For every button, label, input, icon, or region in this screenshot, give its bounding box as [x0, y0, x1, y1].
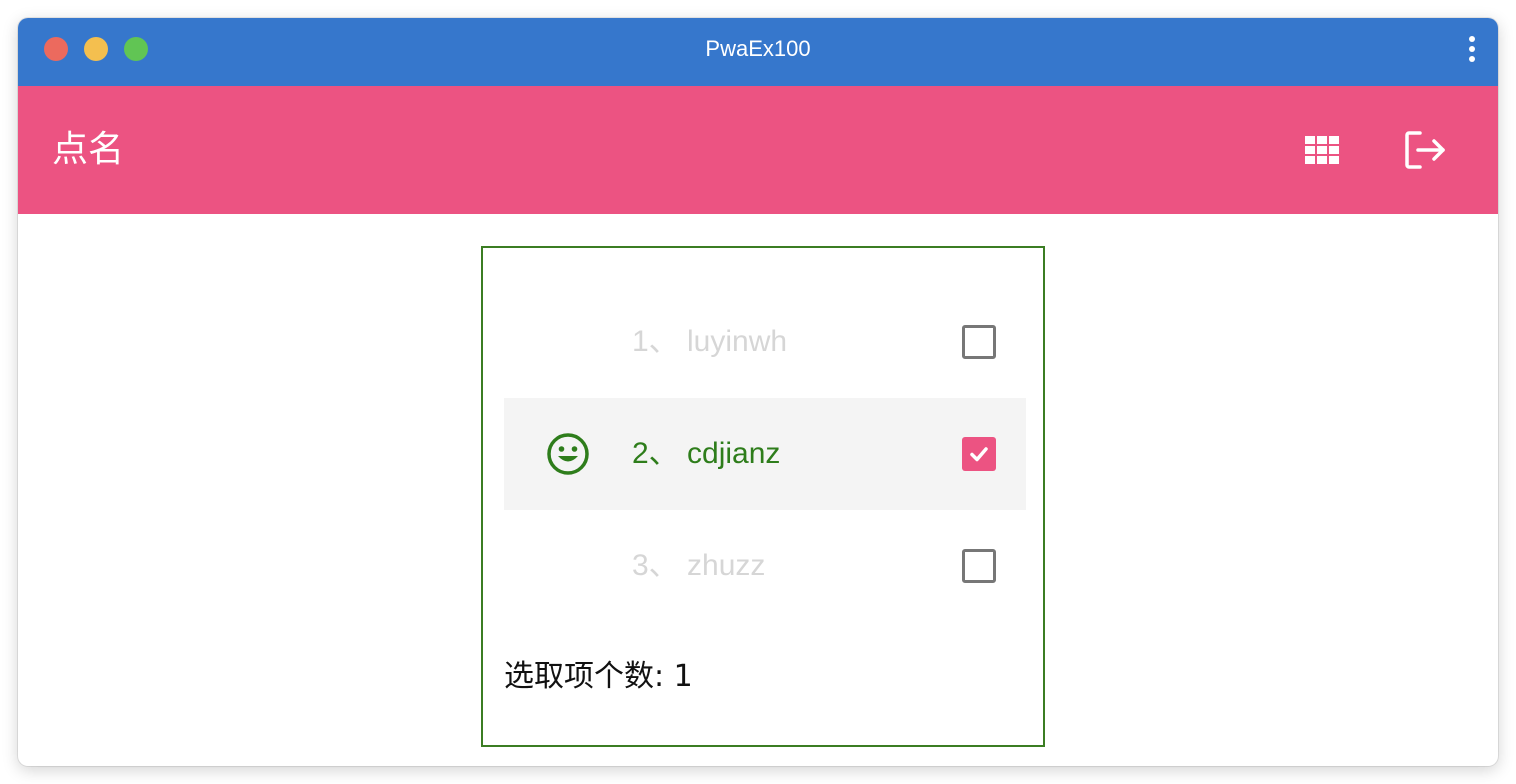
logout-icon — [1405, 131, 1445, 169]
list-item[interactable]: 2、 cdjianz — [504, 398, 1026, 510]
logout-button[interactable] — [1402, 126, 1450, 174]
window-titlebar: PwaEx100 — [18, 18, 1498, 86]
app-window: PwaEx100 点名 1、 luyinwh 2、 cdjianz 3、 zhu… — [18, 18, 1498, 766]
grid-icon — [1305, 136, 1339, 164]
more-vertical-icon[interactable] — [1458, 34, 1486, 64]
roll-call-panel: 1、 luyinwh 2、 cdjianz 3、 zhuzz 选取项个数: 1 — [481, 246, 1045, 747]
list-item-checkbox[interactable] — [962, 549, 996, 583]
list-item-checkbox[interactable] — [962, 437, 996, 471]
list-item-label: 3、 zhuzz — [632, 549, 766, 582]
check-icon — [970, 447, 988, 462]
list-item[interactable]: 1、 luyinwh — [504, 286, 1026, 398]
list-item-label: 1、 luyinwh — [632, 325, 788, 358]
page-title: 点名 — [52, 129, 125, 170]
selected-count-text: 选取项个数: 1 — [504, 659, 693, 694]
app-bar: 点名 — [18, 86, 1498, 214]
list-item-label: 2、 cdjianz — [632, 437, 781, 470]
list-item-checkbox[interactable] — [962, 325, 996, 359]
smile-icon — [547, 433, 589, 475]
window-title: PwaEx100 — [705, 36, 811, 61]
grid-view-button[interactable] — [1302, 132, 1344, 168]
list-item[interactable]: 3、 zhuzz — [504, 510, 1026, 622]
